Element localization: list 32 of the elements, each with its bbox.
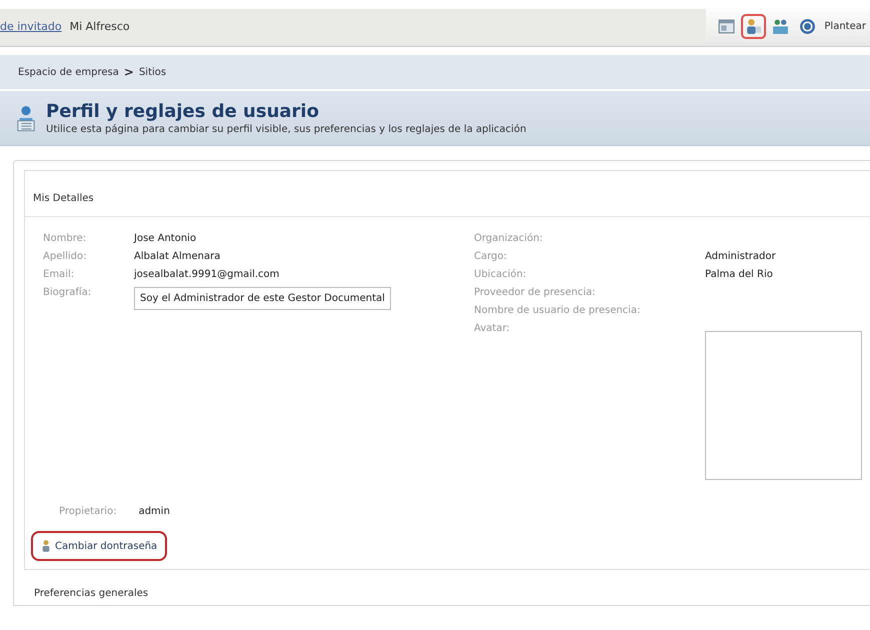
field-label: Avatar: (474, 323, 511, 334)
section-title: Mis Detalles (25, 171, 870, 217)
field-label: Cargo: (474, 251, 508, 262)
user-icon[interactable] (743, 16, 764, 36)
field-label: Proveedor de presencia: (474, 287, 596, 298)
field-label: Email: (43, 269, 76, 280)
page-description: Utilice esta página para cambiar su perfil visible, sus preferencias y los reglajes de la aplicación (46, 124, 526, 135)
breadcrumb-link[interactable]: Sitios (138, 66, 166, 78)
page-title: Perfil y reglajes de usuario (46, 101, 320, 122)
field-label: Propietario: (59, 506, 117, 517)
breadcrumb-separator: > (124, 65, 134, 79)
field-value: Jose Antonio (134, 233, 196, 244)
field-value: Albalat Almenara (134, 251, 220, 262)
field-label: Ubicación: (474, 269, 528, 280)
section-title: Preferencias generales (33, 587, 150, 599)
field-value: josealbalat.9991@gmail.com (134, 269, 280, 280)
help-link[interactable]: Plantear (824, 20, 866, 32)
field-value: Palma del Rio (705, 269, 773, 280)
nav-link[interactable]: de invitado (0, 20, 62, 32)
change-password-link[interactable]: Cambiar dontraseña (31, 531, 168, 561)
nav-link[interactable]: Mi Alfresco (70, 20, 130, 32)
field-label: Biografía: (43, 287, 92, 298)
user-icon (41, 539, 51, 553)
field-value: admin (138, 506, 170, 517)
field-label: Apellido: (43, 251, 88, 262)
field-value: Administrador (705, 251, 776, 262)
user-settings-icon (16, 103, 36, 133)
breadcrumb-link[interactable]: Espacio de empresa (18, 66, 119, 78)
biography-field[interactable]: Soy el Administrador de este Gestor Documental (134, 287, 391, 310)
field-label: Organización: (474, 233, 544, 244)
field-label: Nombre de usuario de presencia: (474, 305, 642, 316)
field-label: Nombre: (43, 233, 88, 244)
